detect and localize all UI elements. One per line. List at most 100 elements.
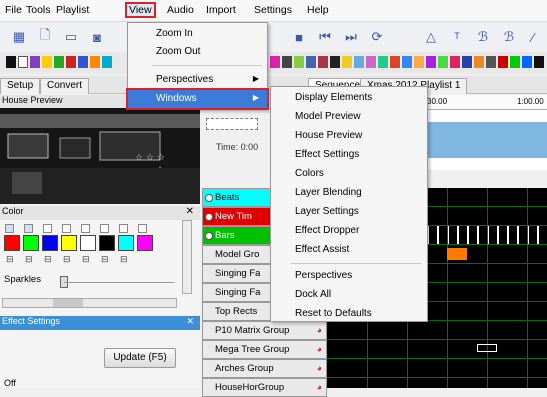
time-field[interactable]	[206, 118, 258, 130]
stop-icon[interactable]: ■	[288, 26, 310, 48]
color-checkbox-5[interactable]	[81, 224, 90, 233]
menu-item-layer-blending[interactable]: Layer Blending	[271, 184, 427, 203]
model-group-icon[interactable]: ◕	[317, 344, 322, 354]
lock-icon[interactable]: ⊟	[63, 254, 71, 265]
lock-icon[interactable]: ⊟	[82, 254, 90, 265]
effect-singlestrand-icon[interactable]	[390, 56, 400, 68]
house-preview-canvas[interactable]: ☆ ☆ ☆	[0, 108, 200, 204]
menu-item-layer-settings[interactable]: Layer Settings	[271, 203, 427, 222]
effect-fireworks-icon[interactable]	[102, 56, 112, 68]
menu-item-perspectives[interactable]: Perspectives ▶	[128, 71, 267, 89]
effect-twinkle-icon[interactable]	[462, 56, 472, 68]
effect-ripple-icon[interactable]	[354, 56, 364, 68]
tab-setup[interactable]: Setup	[0, 78, 41, 94]
menu-file[interactable]: File	[5, 4, 22, 16]
lock-icon[interactable]: ⊟	[101, 254, 109, 265]
rewind-icon[interactable]: ⏮	[314, 26, 336, 48]
menu-item-windows[interactable]: Windows ▶	[126, 88, 269, 110]
new-sequence-icon[interactable]: ▦	[8, 26, 30, 48]
color-checkbox-1[interactable]	[5, 224, 14, 233]
menu-item-zoom-in[interactable]: Zoom In	[128, 25, 267, 43]
menu-view[interactable]: View	[125, 2, 156, 18]
color-checkbox-6[interactable]	[100, 224, 109, 233]
row-mega-tree[interactable]: Mega Tree Group ◕	[202, 340, 327, 359]
save-icon[interactable]: ◙	[86, 26, 108, 48]
effect-shimmer-icon[interactable]	[366, 56, 376, 68]
menu-audio[interactable]: Audio	[167, 4, 194, 16]
effect-pictures-icon[interactable]	[330, 56, 340, 68]
color-swatch-white[interactable]	[80, 235, 96, 251]
effect-plasma-icon[interactable]	[522, 56, 532, 68]
model-group-icon[interactable]: ◕	[317, 382, 322, 392]
new-file-icon[interactable]: 🗋	[34, 26, 56, 48]
menu-item-house-preview[interactable]: House Preview	[271, 127, 427, 146]
font-icon[interactable]: ᵀ	[446, 26, 468, 48]
effect-meteors-icon[interactable]	[294, 56, 304, 68]
color-vertical-scrollbar[interactable]	[182, 220, 192, 294]
menu-item-effect-settings[interactable]: Effect Settings	[271, 146, 427, 165]
row-arches[interactable]: Arches Group ◕	[202, 359, 327, 378]
fast-forward-icon[interactable]: ⏭	[340, 26, 362, 48]
effect-fan-icon[interactable]	[498, 56, 508, 68]
close-icon[interactable]: ✕	[186, 316, 194, 327]
effect-bars-icon[interactable]	[30, 56, 40, 68]
effect-block[interactable]	[447, 248, 467, 260]
color-checkbox-8[interactable]	[138, 224, 147, 233]
update-button[interactable]: Update (F5)	[104, 348, 176, 368]
audio-waveform[interactable]	[427, 110, 547, 170]
effect-marquee-icon[interactable]	[510, 56, 520, 68]
effect-butterfly-icon[interactable]	[42, 56, 52, 68]
color-swatch-green[interactable]	[23, 235, 39, 251]
sparkles-slider-track[interactable]	[64, 282, 174, 283]
effect-text-icon[interactable]	[438, 56, 448, 68]
close-icon[interactable]: ✕	[186, 206, 194, 217]
effect-curtain-icon[interactable]	[78, 56, 88, 68]
menu-import[interactable]: Import	[206, 4, 236, 16]
effect-tree-icon[interactable]	[450, 56, 460, 68]
effect-piano-icon[interactable]	[318, 56, 328, 68]
menu-item-colors[interactable]: Colors	[271, 165, 427, 184]
model-group-icon[interactable]: ◕	[317, 325, 322, 335]
color-swatch-magenta[interactable]	[137, 235, 153, 251]
menu-item-effect-dropper[interactable]: Effect Dropper	[271, 222, 427, 241]
effect-strobe-icon[interactable]	[426, 56, 436, 68]
effect-garlands-icon[interactable]	[270, 56, 280, 68]
repeat-icon[interactable]: ⟳	[366, 26, 388, 48]
lock-icon[interactable]: ⊟	[120, 254, 128, 265]
effect-pinwheel-icon[interactable]	[342, 56, 352, 68]
effect-wave-icon[interactable]	[474, 56, 484, 68]
radio-icon[interactable]	[205, 194, 213, 202]
tab-convert[interactable]: Convert	[40, 78, 90, 94]
color-swatch-cyan[interactable]	[118, 235, 134, 251]
color-horizontal-scrollbar[interactable]	[2, 298, 177, 308]
italic-b-icon[interactable]: ℬ	[498, 26, 520, 48]
scrollbar-thumb[interactable]	[53, 299, 83, 307]
dropper-icon[interactable]: ⁄	[522, 26, 544, 48]
menu-item-zoom-out[interactable]: Zoom Out	[128, 43, 267, 61]
menu-item-dock-all[interactable]: Dock All	[271, 286, 427, 305]
color-checkbox-3[interactable]	[43, 224, 52, 233]
color-checkbox-4[interactable]	[62, 224, 71, 233]
menu-settings[interactable]: Settings	[254, 4, 292, 16]
color-swatch-blue[interactable]	[42, 235, 58, 251]
effect-fire-icon[interactable]	[90, 56, 100, 68]
menu-item-effect-assist[interactable]: Effect Assist	[271, 241, 427, 260]
menu-item-reset-defaults[interactable]: Reset to Defaults	[271, 305, 427, 324]
color-swatch-red[interactable]	[4, 235, 20, 251]
timeline-ruler[interactable]: 30.00 1:00.00	[427, 95, 547, 110]
effect-life-icon[interactable]	[282, 56, 292, 68]
pen-icon[interactable]: △	[420, 26, 442, 48]
effect-morph-icon[interactable]	[306, 56, 316, 68]
radio-icon[interactable]	[205, 232, 213, 240]
effect-snowflakes-icon[interactable]	[402, 56, 412, 68]
effect-spirals-icon[interactable]	[414, 56, 424, 68]
menu-tools[interactable]: Tools	[26, 4, 51, 16]
menu-item-display-elements[interactable]: Display Elements	[271, 89, 427, 108]
open-folder-icon[interactable]: ▭	[60, 26, 82, 48]
menu-item-perspectives[interactable]: Perspectives	[271, 267, 427, 286]
effect-block[interactable]	[477, 344, 497, 352]
menu-item-model-preview[interactable]: Model Preview	[271, 108, 427, 127]
color-checkbox-2[interactable]	[24, 224, 33, 233]
lock-icon[interactable]: ⊟	[44, 254, 52, 265]
menu-help[interactable]: Help	[307, 4, 329, 16]
